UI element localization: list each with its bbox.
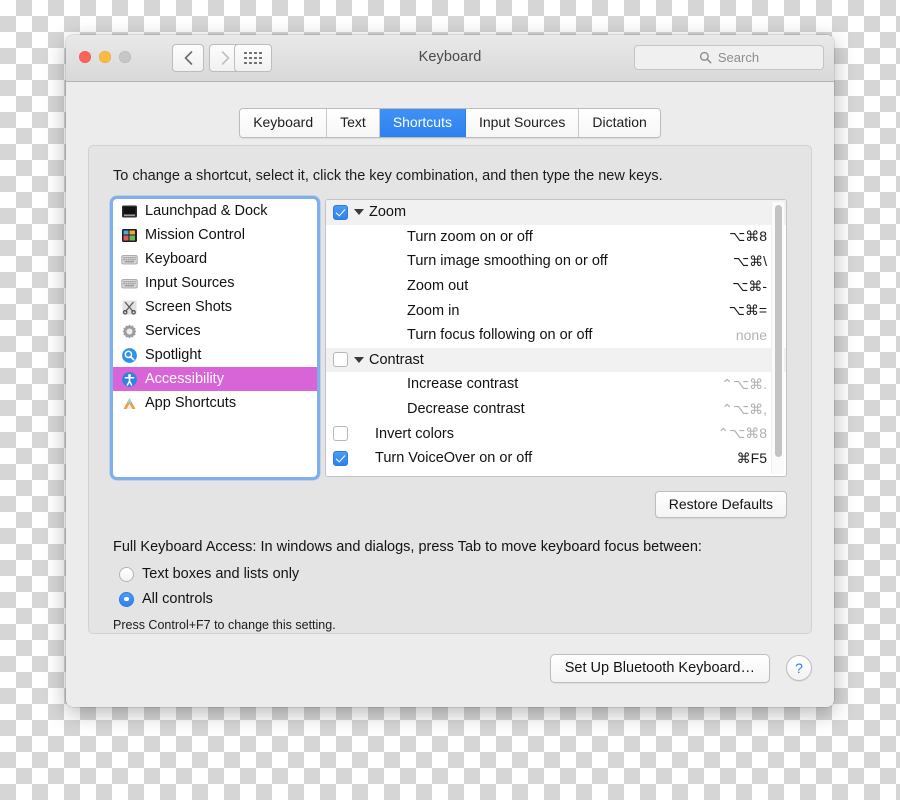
tab-keyboard[interactable]: Keyboard	[240, 109, 328, 137]
category-item-launchpad-dock[interactable]: Launchpad & Dock	[113, 199, 317, 223]
app-shortcuts-icon	[123, 397, 136, 409]
shortcut-list[interactable]: Zoom Turn zoom on or off ⌥⌘8 Turn image …	[325, 199, 787, 477]
shortcut-name: Zoom	[369, 204, 407, 221]
scrollbar-thumb[interactable]	[774, 205, 782, 457]
shortcut-row[interactable]: Turn focus following on or off none	[326, 323, 786, 348]
screenshots-icon	[122, 300, 137, 315]
category-label: Launchpad & Dock	[145, 203, 268, 219]
tab-shortcuts[interactable]: Shortcuts	[379, 109, 466, 137]
instruction-text: To change a shortcut, select it, click t…	[113, 168, 663, 184]
shortcut-name: Zoom out	[407, 278, 469, 295]
shortcut-keys[interactable]: ⌥⌘8	[729, 228, 767, 245]
search-placeholder: Search	[717, 50, 760, 65]
shortcut-name: Turn VoiceOver on or off	[375, 450, 533, 467]
shortcut-row[interactable]: Zoom in ⌥⌘=	[326, 298, 786, 323]
shortcut-lists: Launchpad & Dock Mission Control Keyboar…	[113, 199, 787, 477]
launchpad-dock-icon	[122, 205, 137, 217]
tab-bar: Keyboard Text Shortcuts Input Sources Di…	[66, 108, 834, 138]
group-checkbox[interactable]	[333, 352, 348, 368]
full-keyboard-access-label: Full Keyboard Access: In windows and dia…	[113, 539, 702, 555]
search-field[interactable]: Search	[634, 45, 824, 70]
shortcut-row[interactable]: Increase contrast ⌃⌥⌘.	[326, 372, 786, 397]
help-button[interactable]: ?	[786, 655, 812, 681]
window-titlebar: Keyboard Search	[66, 35, 834, 82]
shortcut-name: Turn zoom on or off	[407, 228, 533, 245]
shortcut-row[interactable]: Turn VoiceOver on or off ⌘F5	[326, 446, 786, 471]
radio-label: Text boxes and lists only	[142, 566, 300, 582]
shortcut-keys[interactable]: ⌥⌘=	[729, 302, 767, 319]
shortcut-keys[interactable]: ⌥⌘\	[733, 253, 767, 270]
shortcut-group-row[interactable]: Zoom	[326, 200, 786, 225]
category-label: Mission Control	[145, 227, 245, 243]
shortcut-list-scrollbar[interactable]	[771, 202, 784, 474]
shortcut-name: Zoom in	[407, 302, 460, 319]
radio-button[interactable]	[119, 566, 134, 582]
row-checkbox[interactable]	[333, 450, 348, 466]
category-label: Input Sources	[145, 275, 235, 291]
disclosure-triangle-icon[interactable]	[354, 209, 364, 216]
shortcut-keys[interactable]: none	[736, 327, 767, 343]
shortcut-name: Turn image smoothing on or off	[407, 253, 608, 270]
shortcuts-panel: To change a shortcut, select it, click t…	[88, 145, 812, 634]
shortcut-keys[interactable]: ⌃⌥⌘,	[721, 401, 767, 418]
category-list[interactable]: Launchpad & Dock Mission Control Keyboar…	[113, 199, 317, 477]
shortcut-name: Contrast	[369, 351, 424, 368]
category-item-accessibility[interactable]: Accessibility	[113, 367, 317, 391]
search-icon	[699, 51, 712, 64]
radio-button[interactable]	[119, 591, 134, 607]
keyboard-icon	[121, 254, 138, 264]
category-label: Keyboard	[145, 251, 208, 267]
setup-bluetooth-keyboard-button[interactable]: Set Up Bluetooth Keyboard…	[549, 654, 770, 683]
input-sources-icon	[121, 278, 138, 288]
category-label: App Shortcuts	[145, 395, 237, 411]
category-item-screen-shots[interactable]: Screen Shots	[113, 295, 317, 319]
tab-dictation[interactable]: Dictation	[579, 109, 660, 137]
shortcut-keys[interactable]: ⌃⌥⌘.	[721, 376, 767, 393]
shortcut-keys[interactable]: ⌥⌘-	[732, 278, 767, 295]
spotlight-icon	[122, 347, 137, 363]
services-gear-icon	[122, 324, 137, 338]
shortcut-row[interactable]: Invert colors ⌃⌥⌘8	[326, 421, 786, 446]
category-label: Accessibility	[145, 371, 224, 387]
shortcut-name: Increase contrast	[407, 376, 519, 393]
disclosure-triangle-icon[interactable]	[354, 356, 364, 363]
radio-option-text-boxes[interactable]: Text boxes and lists only	[119, 566, 299, 582]
category-item-keyboard[interactable]: Keyboard	[113, 247, 317, 271]
category-item-mission-control[interactable]: Mission Control	[113, 223, 317, 247]
shortcut-row[interactable]: Turn image smoothing on or off ⌥⌘\	[326, 249, 786, 274]
category-label: Spotlight	[145, 347, 202, 363]
shortcut-group-row[interactable]: Contrast	[326, 347, 786, 373]
radio-option-all-controls[interactable]: All controls	[119, 591, 213, 607]
category-item-input-sources[interactable]: Input Sources	[113, 271, 317, 295]
shortcut-name: Invert colors	[375, 425, 454, 442]
category-item-app-shortcuts[interactable]: App Shortcuts	[113, 391, 317, 415]
shortcut-row[interactable]: Turn zoom on or off ⌥⌘8	[326, 225, 786, 250]
shortcut-keys[interactable]: ⌃⌥⌘8	[717, 425, 767, 442]
accessibility-icon	[122, 371, 137, 387]
row-checkbox[interactable]	[333, 426, 348, 442]
control-f7-note: Press Control+F7 to change this setting.	[113, 618, 336, 632]
window-footer: Set Up Bluetooth Keyboard… ?	[66, 634, 834, 707]
shortcut-keys[interactable]: ⌘F5	[737, 450, 767, 467]
category-item-services[interactable]: Services	[113, 319, 317, 343]
category-label: Screen Shots	[145, 299, 233, 315]
tab-input-sources[interactable]: Input Sources	[465, 109, 580, 137]
shortcut-row[interactable]: Decrease contrast ⌃⌥⌘,	[326, 397, 786, 422]
shortcut-row[interactable]: Zoom out ⌥⌘-	[326, 274, 786, 299]
tab-text[interactable]: Text	[327, 109, 380, 137]
category-item-spotlight[interactable]: Spotlight	[113, 343, 317, 367]
shortcut-name: Decrease contrast	[407, 401, 525, 418]
mission-control-icon	[122, 228, 137, 242]
shortcut-name: Turn focus following on or off	[407, 327, 593, 344]
keyboard-preferences-window: Keyboard Search Keyboard Text Shortcuts …	[66, 35, 834, 707]
category-label: Services	[145, 323, 201, 339]
group-checkbox[interactable]	[333, 204, 348, 220]
restore-defaults-button[interactable]: Restore Defaults	[654, 491, 787, 518]
radio-label: All controls	[142, 591, 213, 607]
